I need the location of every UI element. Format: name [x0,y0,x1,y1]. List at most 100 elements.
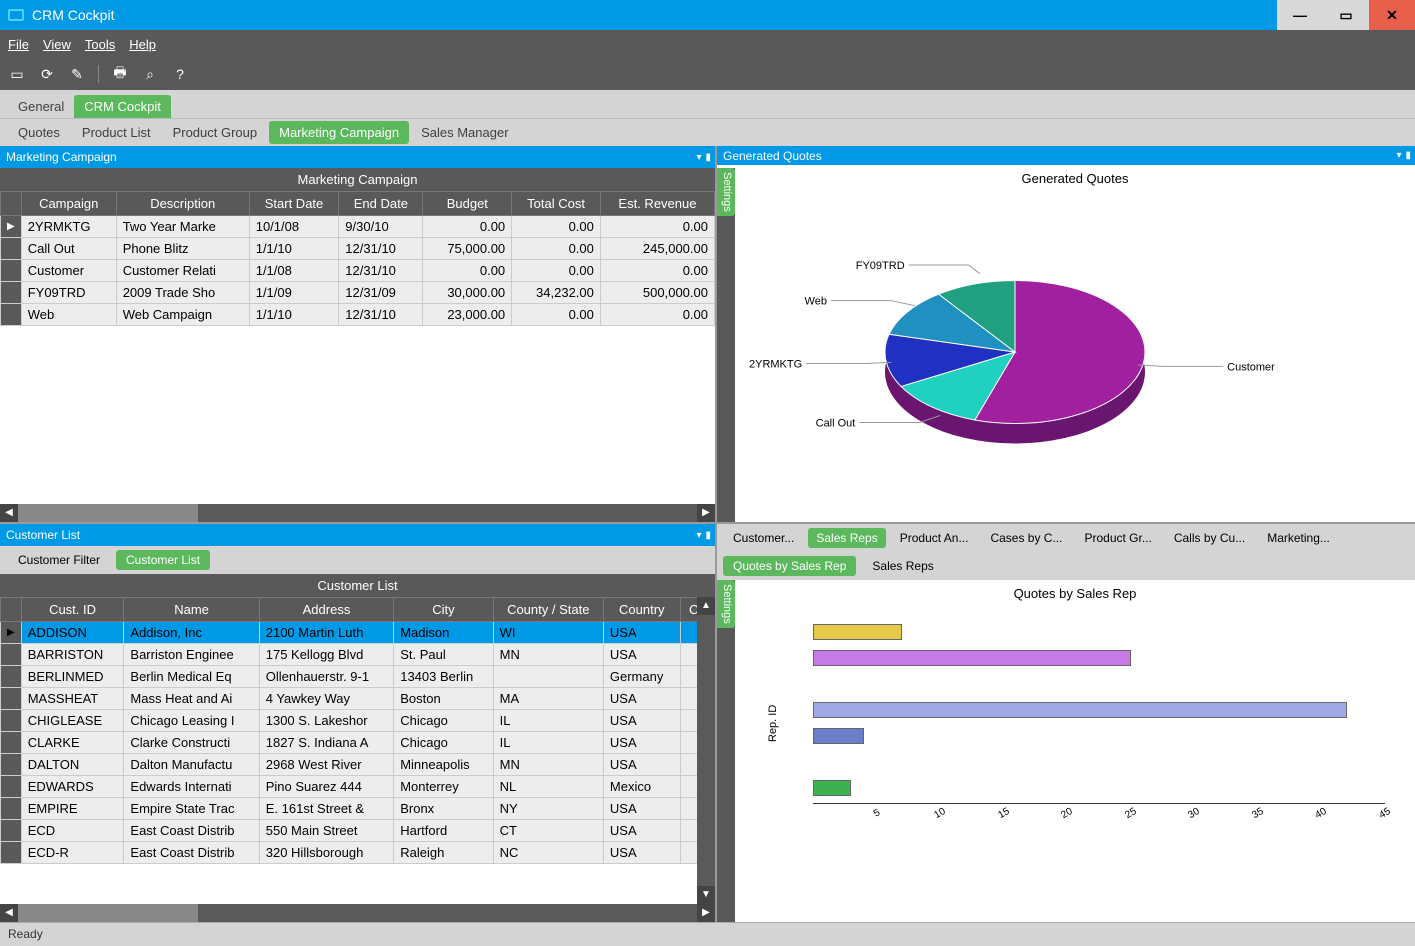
subtab-marketing[interactable]: Marketing Campaign [269,121,409,144]
bartab[interactable]: Marketing... [1259,528,1338,548]
col-header[interactable]: Budget [423,192,512,216]
cell: 500,000.00 [600,282,714,304]
panel-header-quotes: Generated Quotes ▾▮ [717,146,1415,165]
pin-icon[interactable]: ▮ [705,530,711,541]
tab-customer-list[interactable]: Customer List [116,550,210,570]
menu-view[interactable]: View [43,37,71,52]
col-header[interactable]: City [394,598,493,622]
cell: 1827 S. Indiana A [259,732,393,754]
subtab-quotes[interactable]: Quotes [8,121,70,144]
pin-icon[interactable]: ▮ [1405,150,1411,161]
table-row[interactable]: ▶2YRMKTGTwo Year Marke10/1/089/30/100.00… [1,216,715,238]
subtab-sales-manager[interactable]: Sales Manager [411,121,518,144]
table-row[interactable]: CHIGLEASEChicago Leasing I1300 S. Lakesh… [1,710,715,732]
table-row[interactable]: ECDEast Coast Distrib550 Main StreetHart… [1,820,715,842]
scroll-left-icon[interactable]: ◀ [0,904,18,922]
table-row[interactable]: CLARKEClarke Constructi1827 S. Indiana A… [1,732,715,754]
table-row[interactable]: DALTONDalton Manufactu2968 West RiverMin… [1,754,715,776]
col-header[interactable]: Country [603,598,680,622]
scrollbar-vertical[interactable]: ▲ ▼ [697,597,715,904]
subtab-product-list[interactable]: Product List [72,121,161,144]
cell: Web Campaign [116,304,249,326]
scroll-left-icon[interactable]: ◀ [0,504,18,522]
cell: DALTON [21,754,124,776]
scroll-thumb[interactable] [18,904,198,922]
statusbar: Ready [0,922,1415,946]
print-preview-icon[interactable]: ⌕ [141,65,159,83]
settings-tab[interactable]: Settings [717,580,735,628]
titlebar: CRM Cockpit — ▭ ✕ [0,0,1415,30]
refresh-icon[interactable]: ⟳ [38,65,56,83]
panel-header-marketing: Marketing Campaign ▾▮ [0,146,715,168]
print-icon[interactable]: 🖶 [111,65,129,83]
cell: BARRISTON [21,644,124,666]
tab-customer-filter[interactable]: Customer Filter [8,550,110,570]
panel-customer-list: Customer List ▾▮ Customer Filter Custome… [0,524,715,922]
tab-crm-cockpit[interactable]: CRM Cockpit [74,95,171,118]
table-row[interactable]: WebWeb Campaign1/1/1012/31/1023,000.000.… [1,304,715,326]
cell: Clarke Constructi [124,732,259,754]
scroll-right-icon[interactable]: ▶ [697,504,715,522]
pin-icon[interactable]: ▮ [705,152,711,163]
table-row[interactable]: ▶ADDISONAddison, Inc2100 Martin LuthMadi… [1,622,715,644]
col-header[interactable]: Cust. ID [21,598,124,622]
scroll-right-icon[interactable]: ▶ [697,904,715,922]
bartab[interactable]: Product An... [892,528,977,548]
cell: ECD-R [21,842,124,864]
col-header[interactable]: End Date [339,192,423,216]
table-row[interactable]: Call OutPhone Blitz1/1/1012/31/1075,000.… [1,238,715,260]
table-row[interactable]: ECD-REast Coast Distrib320 HillsboroughR… [1,842,715,864]
subtab-quotes-by-rep[interactable]: Quotes by Sales Rep [723,556,856,576]
dropdown-icon[interactable]: ▾ [696,530,701,541]
cell: IL [493,710,603,732]
table-row[interactable]: EDWARDSEdwards InternatiPino Suarez 444M… [1,776,715,798]
minimize-button[interactable]: — [1277,0,1323,30]
table-row[interactable]: MASSHEATMass Heat and Ai4 Yawkey WayBost… [1,688,715,710]
cell: Mexico [603,776,680,798]
close-button[interactable]: ✕ [1369,0,1415,30]
bartab[interactable]: Calls by Cu... [1166,528,1253,548]
cell: 0.00 [600,260,714,282]
tab-general[interactable]: General [8,95,74,118]
table-row[interactable]: BARRISTONBarriston Enginee175 Kellogg Bl… [1,644,715,666]
panel-marketing-campaign: Marketing Campaign ▾▮ Marketing Campaign… [0,146,715,522]
col-header[interactable]: Total Cost [512,192,601,216]
maximize-button[interactable]: ▭ [1323,0,1369,30]
table-row[interactable]: EMPIREEmpire State TracE. 161st Street &… [1,798,715,820]
col-header[interactable]: Address [259,598,393,622]
bartab[interactable]: Product Gr... [1076,528,1159,548]
col-header[interactable]: Description [116,192,249,216]
help-icon[interactable]: ? [171,65,189,83]
col-header[interactable]: Start Date [249,192,339,216]
col-header[interactable]: County / State [493,598,603,622]
scroll-down-icon[interactable]: ▼ [697,886,715,904]
table-row[interactable]: BERLINMEDBerlin Medical EqOllenhauerstr.… [1,666,715,688]
scroll-up-icon[interactable]: ▲ [697,597,715,615]
menu-file[interactable]: File [8,37,29,52]
table-row[interactable]: CustomerCustomer Relati1/1/0812/31/100.0… [1,260,715,282]
subtab-product-group[interactable]: Product Group [163,121,268,144]
bartab[interactable]: Cases by C... [982,528,1070,548]
customize-icon[interactable]: ✎ [68,65,86,83]
scroll-thumb[interactable] [18,504,198,522]
col-header[interactable]: Name [124,598,259,622]
menubar: File View Tools Help [0,30,1415,58]
cell: MASSHEAT [21,688,124,710]
subtab-sales-reps[interactable]: Sales Reps [862,556,943,576]
scrollbar-horizontal[interactable]: ◀ ▶ [0,504,715,522]
table-row[interactable]: FY09TRD2009 Trade Sho1/1/0912/31/0930,00… [1,282,715,304]
scrollbar-horizontal[interactable]: ◀ ▶ [0,904,715,922]
col-header[interactable]: Est. Revenue [600,192,714,216]
bartab[interactable]: Customer... [725,528,802,548]
cell: Chicago Leasing I [124,710,259,732]
menu-tools[interactable]: Tools [85,37,115,52]
bartab[interactable]: Sales Reps [808,528,885,548]
dropdown-icon[interactable]: ▾ [696,152,701,163]
col-header[interactable]: Campaign [21,192,116,216]
dropdown-icon[interactable]: ▾ [1396,150,1401,161]
new-window-icon[interactable]: ▭ [8,65,26,83]
menu-help[interactable]: Help [129,37,156,52]
cell: Empire State Trac [124,798,259,820]
settings-tab[interactable]: Settings [717,168,735,216]
cell: Web [21,304,116,326]
